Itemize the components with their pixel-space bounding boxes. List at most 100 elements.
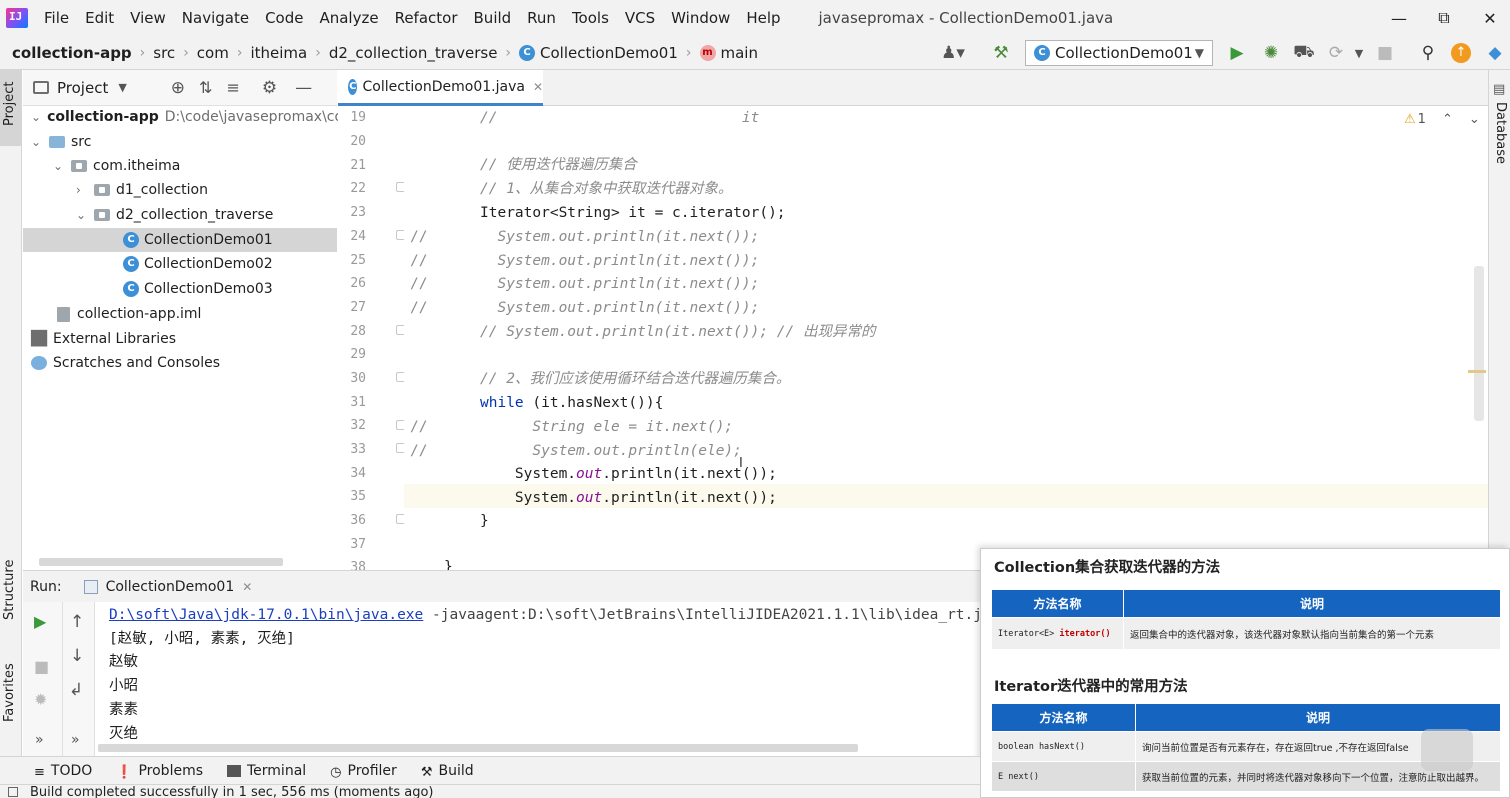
tree-item-external-libraries[interactable]: █▌ External Libraries <box>23 327 176 351</box>
favorites-stripe-label[interactable]: Favorites <box>2 663 17 722</box>
rerun-icon[interactable]: ▶ <box>34 612 46 631</box>
close-tab-icon[interactable]: ✕ <box>242 580 252 594</box>
tree-item-iml[interactable]: collection-app.iml <box>23 302 201 326</box>
menu-help[interactable]: Help <box>738 9 788 27</box>
tool-todo[interactable]: ≡ TODO <box>34 763 92 780</box>
chevron-up-icon[interactable]: ⌃ <box>1442 112 1453 127</box>
tree-item-scratches[interactable]: Scratches and Consoles <box>23 351 220 375</box>
run-icon[interactable]: ▶ <box>1226 42 1248 64</box>
menu-file[interactable]: File <box>36 9 77 27</box>
build-hammer-icon[interactable]: ⚒ <box>990 42 1012 64</box>
breadcrumb-com[interactable]: com <box>193 44 233 62</box>
jetbrains-toolbox-icon[interactable]: ◆ <box>1484 42 1506 64</box>
library-icon: █▌ <box>31 331 53 347</box>
package-icon <box>71 160 87 172</box>
user-icon[interactable]: ♟▾ <box>935 42 971 64</box>
tool-build[interactable]: ⚒ Build <box>421 763 474 780</box>
tree-item-package-d2[interactable]: ⌄ d2_collection_traverse <box>23 203 273 227</box>
arrow-down-icon[interactable]: ↓ <box>70 646 84 666</box>
menu-tools[interactable]: Tools <box>564 9 617 27</box>
more-icon[interactable]: » <box>35 732 44 748</box>
line-number: 28 <box>350 324 366 339</box>
inspection-widget[interactable]: ⚠ 1 ⌃ ⌄ <box>1404 112 1480 127</box>
soft-wrap-icon[interactable]: ↲ <box>69 680 83 700</box>
line-number: 33 <box>350 442 366 457</box>
update-icon[interactable]: ↑ <box>1450 42 1472 64</box>
menu-navigate[interactable]: Navigate <box>174 9 257 27</box>
code-line-24-slashes: // <box>410 229 428 245</box>
tree-item-class-demo01[interactable]: C CollectionDemo01 <box>23 228 337 252</box>
run-configuration-select[interactable]: C CollectionDemo01 ▼ <box>1025 40 1213 66</box>
menu-build[interactable]: Build <box>466 9 520 27</box>
restore-icon[interactable]: ⧉ <box>1420 0 1468 36</box>
gear-icon[interactable]: ⚙ <box>262 78 277 98</box>
breadcrumb-itheima[interactable]: itheima <box>246 44 311 62</box>
stop-icon[interactable]: ■ <box>34 657 49 676</box>
class-icon: C <box>348 78 358 95</box>
profile-icon[interactable]: ⟳ <box>1325 42 1347 64</box>
horizontal-scrollbar[interactable] <box>98 744 858 752</box>
menu-view[interactable]: View <box>122 9 174 27</box>
status-toggle-icon[interactable] <box>8 787 18 797</box>
menu-run[interactable]: Run <box>519 9 564 27</box>
menu-refactor[interactable]: Refactor <box>387 9 466 27</box>
breadcrumb-class[interactable]: C CollectionDemo01 <box>515 44 682 62</box>
tree-item-src[interactable]: ⌄ src <box>23 130 91 154</box>
coverage-icon[interactable]: ⛟ <box>1293 42 1315 64</box>
menu-code[interactable]: Code <box>257 9 311 27</box>
menu-analyze[interactable]: Analyze <box>311 9 386 27</box>
tool-terminal[interactable]: Terminal <box>227 763 306 779</box>
close-window-icon[interactable]: ✕ <box>1466 0 1510 36</box>
stop-icon[interactable]: ■ <box>1374 42 1396 64</box>
project-view-label[interactable]: Project <box>57 79 108 97</box>
tree-item-package-d1[interactable]: › d1_collection <box>23 178 208 202</box>
close-tab-icon[interactable]: ✕ <box>533 80 543 94</box>
vertical-scrollbar[interactable] <box>1474 266 1484 421</box>
chevron-down-icon[interactable]: ▼ <box>1348 42 1370 64</box>
collapse-all-icon[interactable]: ≡ <box>226 78 239 97</box>
table-header: 说明 <box>1135 703 1501 732</box>
expand-all-icon[interactable]: ⇅ <box>199 78 212 97</box>
database-stripe-label[interactable]: Database <box>1493 102 1508 164</box>
tool-profiler[interactable]: ◷ Profiler <box>330 763 397 780</box>
line-number: 31 <box>350 395 366 410</box>
breadcrumb-method[interactable]: m main <box>696 44 762 62</box>
menu-window[interactable]: Window <box>663 9 738 27</box>
structure-stripe-label[interactable]: Structure <box>2 560 17 620</box>
breadcrumb-src[interactable]: src <box>149 44 179 62</box>
slide-heading-2: Iterator迭代器中的常用方法 <box>994 679 1188 695</box>
chevron-down-icon[interactable]: ⌄ <box>1469 112 1480 127</box>
tree-item-class-demo03[interactable]: C CollectionDemo03 <box>23 277 273 301</box>
run-tab-label[interactable]: CollectionDemo01 <box>106 579 235 595</box>
tree-root[interactable]: ⌄ collection-app D:\code\javasepromax\co… <box>23 105 359 129</box>
menu-vcs[interactable]: VCS <box>617 9 663 27</box>
pin-icon[interactable]: ✹ <box>34 690 47 709</box>
hide-panel-icon[interactable]: — <box>295 78 312 98</box>
tree-item-package-com-itheima[interactable]: ⌄ com.itheima <box>23 154 180 178</box>
console-output[interactable]: D:\soft\Java\jdk-17.0.1\bin\java.exe -ja… <box>96 602 980 752</box>
minimize-icon[interactable]: — <box>1375 0 1423 36</box>
java-exe-link[interactable]: D:\soft\Java\jdk-17.0.1\bin\java.exe <box>109 607 423 623</box>
console-line: 小昭 <box>109 678 138 694</box>
tree-item-label: Scratches and Consoles <box>53 355 220 371</box>
search-icon[interactable]: ⚲ <box>1417 42 1439 64</box>
chevron-down-icon: ⌄ <box>31 135 42 149</box>
bottom-tool-window-bar: ≡ TODO ❗ Problems Terminal ◷ Profiler ⚒ Buil… <box>0 756 980 784</box>
menu-edit[interactable]: Edit <box>77 9 122 27</box>
project-stripe-label[interactable]: Project <box>2 82 17 126</box>
editor-tab-active[interactable]: C CollectionDemo01.java ✕ <box>338 70 543 106</box>
more-icon[interactable]: » <box>71 732 80 748</box>
code-editor[interactable]: // it // 使用迭代器遍历集合 // 1、从集合对象中获取迭代器对象。 I… <box>404 106 1488 570</box>
breadcrumb-project[interactable]: collection-app <box>0 44 136 62</box>
play-overlay-icon[interactable] <box>1421 729 1473 771</box>
method-return-type: Iterator<E> <box>998 628 1060 639</box>
arrow-up-icon[interactable]: ↑ <box>70 612 84 632</box>
horizontal-scrollbar[interactable] <box>39 558 283 566</box>
tree-item-label: CollectionDemo02 <box>144 256 273 272</box>
locate-icon[interactable]: ⊕ <box>171 78 185 98</box>
debug-icon[interactable]: ✺ <box>1260 42 1282 64</box>
chevron-down-icon[interactable]: ▼ <box>118 81 126 94</box>
tree-item-class-demo02[interactable]: C CollectionDemo02 <box>23 252 273 276</box>
breadcrumb-package[interactable]: d2_collection_traverse <box>325 44 502 62</box>
tool-problems[interactable]: ❗ Problems <box>116 763 203 780</box>
